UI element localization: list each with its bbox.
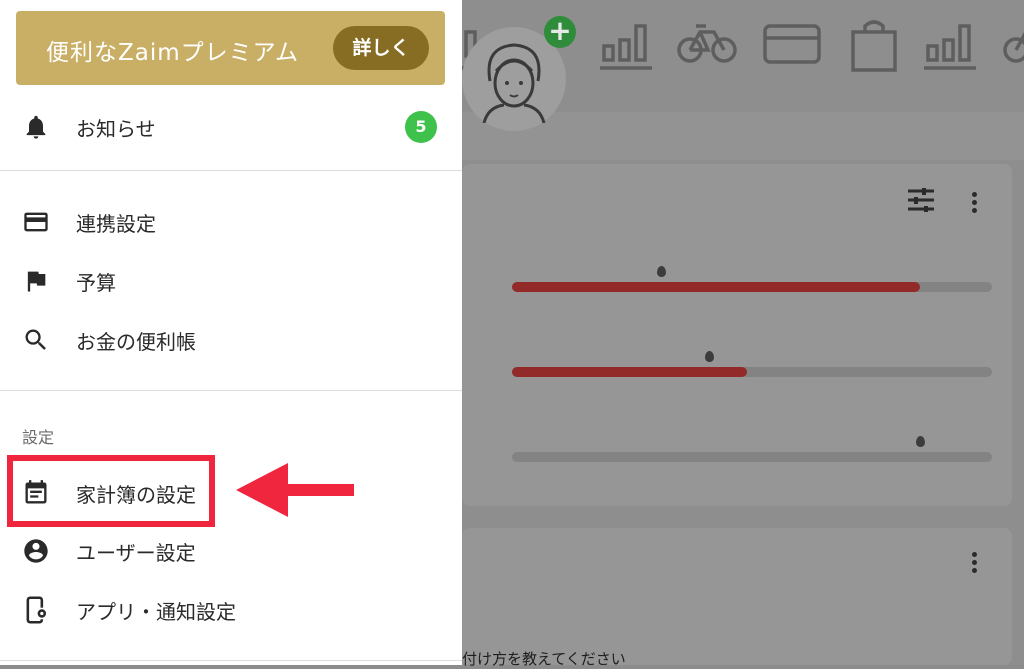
- budget-progress-bar: [512, 282, 992, 292]
- search-icon: [22, 326, 50, 354]
- menu-item-label: 予算: [76, 271, 116, 295]
- menu-item-link-settings[interactable]: 連携設定: [0, 193, 462, 251]
- premium-banner[interactable]: 便利なZaimプレミアム 詳しく: [16, 11, 445, 85]
- menu-item-label: ユーザー設定: [76, 541, 196, 565]
- user-face-icon: [482, 43, 546, 123]
- budget-marker-icon: [656, 266, 666, 277]
- bicycle-icon[interactable]: [1002, 18, 1024, 74]
- shopping-bag-icon[interactable]: [850, 18, 898, 78]
- menu-item-budget[interactable]: 予算: [0, 252, 462, 310]
- chart-icon[interactable]: [600, 18, 652, 74]
- more-vert-icon[interactable]: [972, 192, 978, 216]
- premium-title: 便利なZaimプレミアム: [46, 40, 300, 66]
- flag-icon: [22, 267, 50, 295]
- notification-count-badge: 5: [405, 111, 437, 143]
- menu-item-money-guide[interactable]: お金の便利帳: [0, 311, 462, 369]
- bell-icon: [22, 113, 50, 141]
- budget-card: [462, 164, 1012, 506]
- tune-icon[interactable]: [908, 188, 934, 216]
- divider: [0, 660, 462, 661]
- premium-details-button[interactable]: 詳しく: [333, 26, 429, 70]
- settings-section-header: 設定: [22, 428, 55, 447]
- menu-item-label: お知らせ: [76, 117, 156, 141]
- credit-card-icon: [22, 208, 50, 236]
- budget-progress-bar: [512, 367, 992, 377]
- info-card: [462, 528, 1012, 665]
- card-icon[interactable]: [762, 18, 822, 74]
- bicycle-icon[interactable]: [676, 18, 738, 74]
- budget-progress-fill: [512, 367, 748, 377]
- phone-settings-icon: [22, 596, 50, 624]
- pointer-arrow-icon: [236, 463, 356, 521]
- budget-marker-icon: [704, 351, 714, 362]
- menu-item-app-notification-settings[interactable]: アプリ・通知設定: [0, 581, 462, 639]
- budget-progress-fill: [512, 282, 920, 292]
- budget-progress-bar: [512, 452, 992, 462]
- add-avatar-icon[interactable]: +: [544, 16, 576, 48]
- divider: [0, 170, 462, 171]
- menu-item-user-settings[interactable]: ユーザー設定: [0, 522, 462, 580]
- divider: [0, 390, 462, 391]
- account-circle-icon: [22, 537, 50, 565]
- navigation-drawer: 便利なZaimプレミアム 詳しく お知らせ 5 連携設定 予算 お金の便利帳 設…: [0, 0, 462, 665]
- menu-item-label: 連携設定: [76, 212, 156, 236]
- highlight-box: [7, 455, 215, 527]
- help-link-text[interactable]: 付け方を教えてください: [462, 648, 626, 669]
- budget-marker-icon: [916, 436, 925, 447]
- menu-item-label: お金の便利帳: [76, 330, 196, 354]
- menu-item-notifications[interactable]: お知らせ 5: [0, 98, 462, 156]
- menu-item-label: アプリ・通知設定: [76, 600, 236, 624]
- more-vert-icon[interactable]: [972, 552, 978, 576]
- chart-icon[interactable]: [924, 18, 976, 74]
